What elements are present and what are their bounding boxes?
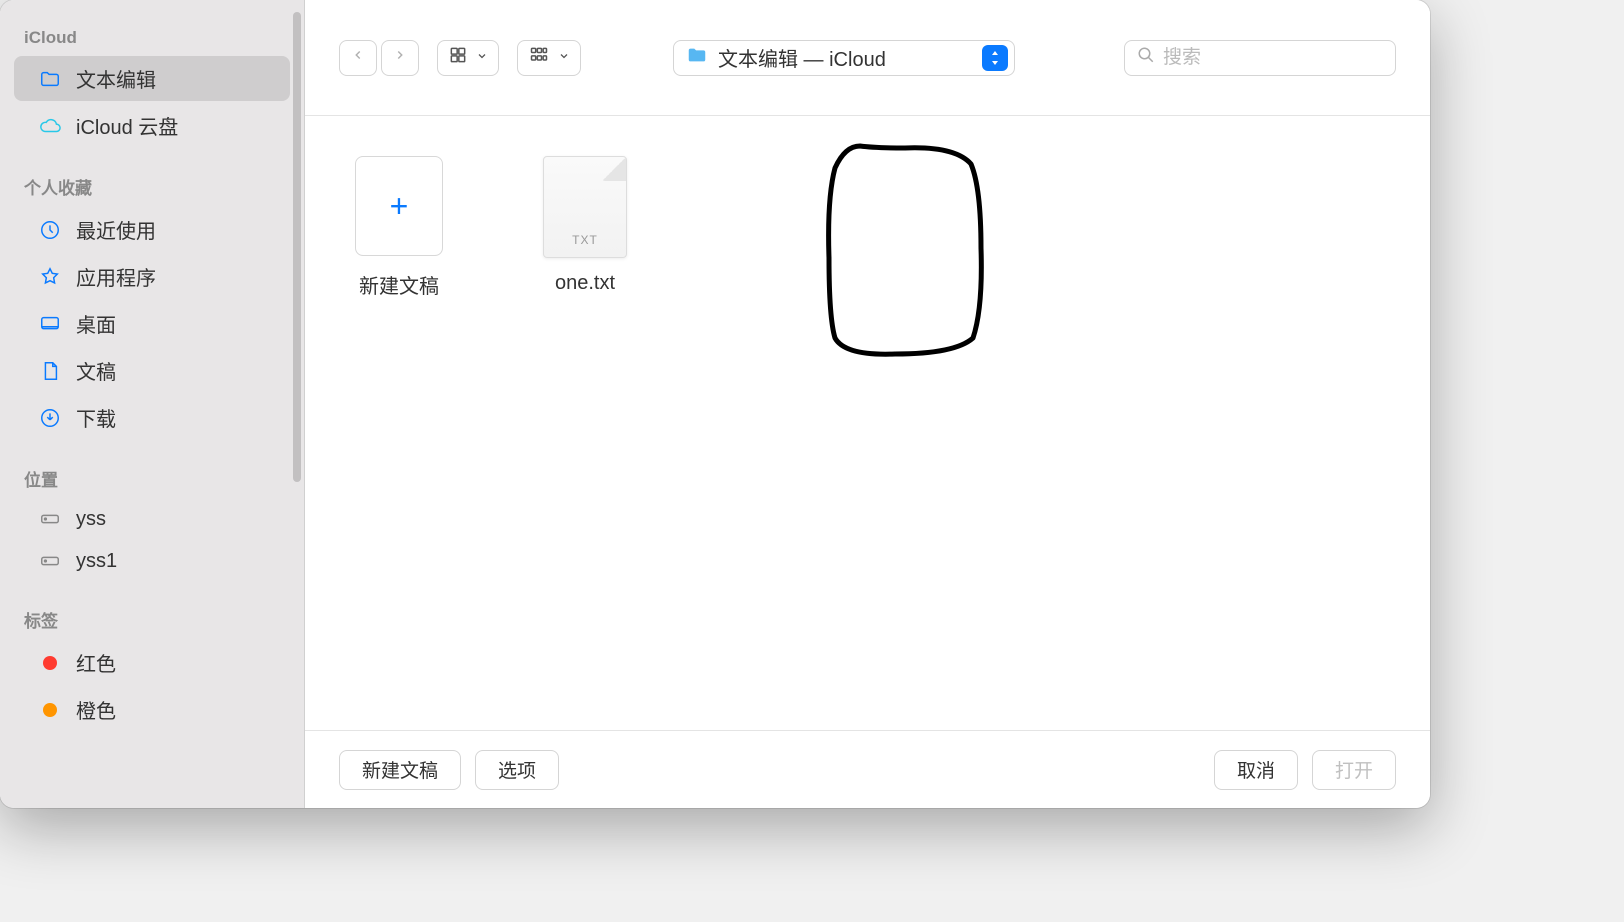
sidebar-item-textedit[interactable]: 文本编辑	[14, 56, 290, 101]
plus-icon: +	[390, 188, 409, 225]
sidebar-item-label: 文稿	[76, 356, 116, 385]
folder-icon	[686, 44, 708, 72]
disk-icon	[38, 507, 62, 531]
download-icon	[38, 406, 62, 430]
document-icon	[38, 359, 62, 383]
sidebar-item-location-yss[interactable]: yss	[14, 499, 290, 539]
path-popup[interactable]: 文本编辑 — iCloud	[673, 40, 1015, 76]
updown-arrows-icon	[982, 45, 1008, 71]
new-document-label: 新建文稿	[359, 270, 439, 299]
desktop-icon	[38, 312, 62, 336]
sidebar-item-documents[interactable]: 文稿	[14, 348, 290, 393]
sidebar-item-tag-red[interactable]: 红色	[14, 640, 290, 685]
icon-view-icon	[448, 45, 468, 70]
sidebar-item-label: yss1	[76, 550, 117, 573]
sidebar-item-location-yss1[interactable]: yss1	[14, 541, 290, 581]
chevron-right-icon	[393, 48, 407, 67]
cloud-icon	[38, 114, 62, 138]
tag-dot-orange-icon	[38, 698, 62, 722]
search-box[interactable]	[1124, 40, 1396, 76]
search-icon	[1137, 46, 1155, 69]
new-document-item[interactable]: + 新建文稿	[355, 156, 443, 299]
apps-icon	[38, 265, 62, 289]
main-panel: 文本编辑 — iCloud + 新建文稿 TXT	[305, 0, 1430, 808]
forward-button[interactable]	[381, 40, 419, 76]
sidebar-item-downloads[interactable]: 下载	[14, 395, 290, 440]
new-document-button[interactable]: 新建文稿	[339, 750, 461, 790]
sidebar-item-label: 橙色	[76, 695, 116, 724]
chevron-left-icon	[351, 48, 365, 67]
sidebar-item-label: 最近使用	[76, 215, 156, 244]
file-type-badge: TXT	[572, 233, 598, 247]
disk-icon	[38, 549, 62, 573]
sidebar: iCloud 文本编辑 iCloud 云盘 个人收藏 最近使用 应用程序	[0, 0, 305, 808]
sidebar-section-locations: 位置	[0, 458, 304, 497]
sidebar-section-favorites: 个人收藏	[0, 166, 304, 205]
tag-dot-red-icon	[38, 651, 62, 675]
chevron-down-icon	[558, 49, 570, 67]
options-button[interactable]: 选项	[475, 750, 559, 790]
open-dialog: iCloud 文本编辑 iCloud 云盘 个人收藏 最近使用 应用程序	[0, 0, 1430, 808]
sidebar-item-label: 应用程序	[76, 262, 156, 291]
sidebar-item-recents[interactable]: 最近使用	[14, 207, 290, 252]
sidebar-item-desktop[interactable]: 桌面	[14, 301, 290, 346]
sidebar-item-icloud-drive[interactable]: iCloud 云盘	[14, 103, 290, 148]
sidebar-section-icloud: iCloud	[0, 20, 304, 54]
hand-drawn-annotation	[805, 138, 1005, 368]
file-label: one.txt	[555, 272, 615, 295]
sidebar-item-tag-orange[interactable]: 橙色	[14, 687, 290, 732]
dialog-footer: 新建文稿 选项 取消 打开	[305, 730, 1430, 808]
folder-icon	[38, 67, 62, 91]
sidebar-item-label: yss	[76, 508, 106, 531]
chevron-down-icon	[476, 49, 488, 67]
sidebar-item-applications[interactable]: 应用程序	[14, 254, 290, 299]
group-icon	[528, 45, 550, 70]
sidebar-item-label: 文本编辑	[76, 64, 156, 93]
sidebar-item-label: 桌面	[76, 309, 116, 338]
file-item-one-txt[interactable]: TXT one.txt	[543, 156, 627, 295]
search-input[interactable]	[1163, 47, 1383, 69]
new-document-box: +	[355, 156, 443, 256]
sidebar-item-label: 下载	[76, 403, 116, 432]
view-mode-dropdown[interactable]	[437, 40, 499, 76]
group-dropdown[interactable]	[517, 40, 581, 76]
txt-file-icon: TXT	[543, 156, 627, 258]
sidebar-item-label: iCloud 云盘	[76, 111, 178, 140]
back-button[interactable]	[339, 40, 377, 76]
sidebar-item-label: 红色	[76, 648, 116, 677]
sidebar-scrollbar[interactable]	[291, 12, 303, 492]
sidebar-section-tags: 标签	[0, 599, 304, 638]
toolbar: 文本编辑 — iCloud	[305, 0, 1430, 116]
path-label: 文本编辑 — iCloud	[718, 43, 886, 72]
clock-icon	[38, 218, 62, 242]
file-browser-content[interactable]: + 新建文稿 TXT one.txt	[305, 116, 1430, 730]
cancel-button[interactable]: 取消	[1214, 750, 1298, 790]
open-button[interactable]: 打开	[1312, 750, 1396, 790]
